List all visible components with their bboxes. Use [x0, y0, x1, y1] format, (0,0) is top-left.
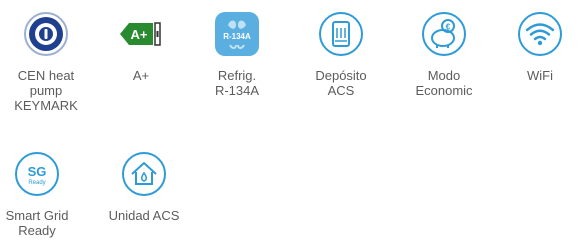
feature-dhw-unit: Unidad ACS — [98, 150, 190, 223]
house-tap-icon — [120, 150, 168, 198]
smart-grid-badge: SG — [28, 164, 47, 179]
feature-label: WiFi — [527, 68, 553, 83]
feature-label: A+ — [132, 68, 150, 83]
feature-economic-mode: € Modo Economic — [398, 10, 490, 98]
energy-class-icon: A+ — [117, 10, 165, 58]
keymark-icon — [22, 10, 70, 58]
feature-energy-class: A+ A+ — [95, 10, 187, 83]
piggy-bank-icon: € — [420, 10, 468, 58]
wifi-icon — [516, 10, 564, 58]
svg-text:€: € — [446, 23, 451, 32]
feature-wifi: WiFi — [494, 10, 579, 83]
feature-label: CEN heat pump KEYMARK — [14, 68, 78, 113]
refrigerant-badge: R-134A — [223, 32, 251, 41]
feature-label: Depósito ACS — [315, 68, 367, 98]
feature-label: Unidad ACS — [108, 208, 180, 223]
smart-grid-icon: SG Ready — [13, 150, 61, 198]
feature-label: Modo Economic — [415, 68, 473, 98]
energy-class-badge: A+ — [131, 27, 148, 42]
feature-tank: Depósito ACS — [295, 10, 387, 98]
refrigerant-icon: R-134A — [213, 10, 261, 58]
feature-label: Refrig. R-134A — [214, 68, 260, 98]
feature-keymark: CEN heat pump KEYMARK — [0, 10, 92, 113]
tank-icon — [317, 10, 365, 58]
feature-smart-grid: SG Ready Smart Grid Ready — [0, 150, 83, 238]
feature-label: Smart Grid Ready — [5, 208, 69, 238]
feature-refrigerant: R-134A Refrig. R-134A — [191, 10, 283, 98]
smart-grid-badge-sub: Ready — [28, 180, 45, 186]
